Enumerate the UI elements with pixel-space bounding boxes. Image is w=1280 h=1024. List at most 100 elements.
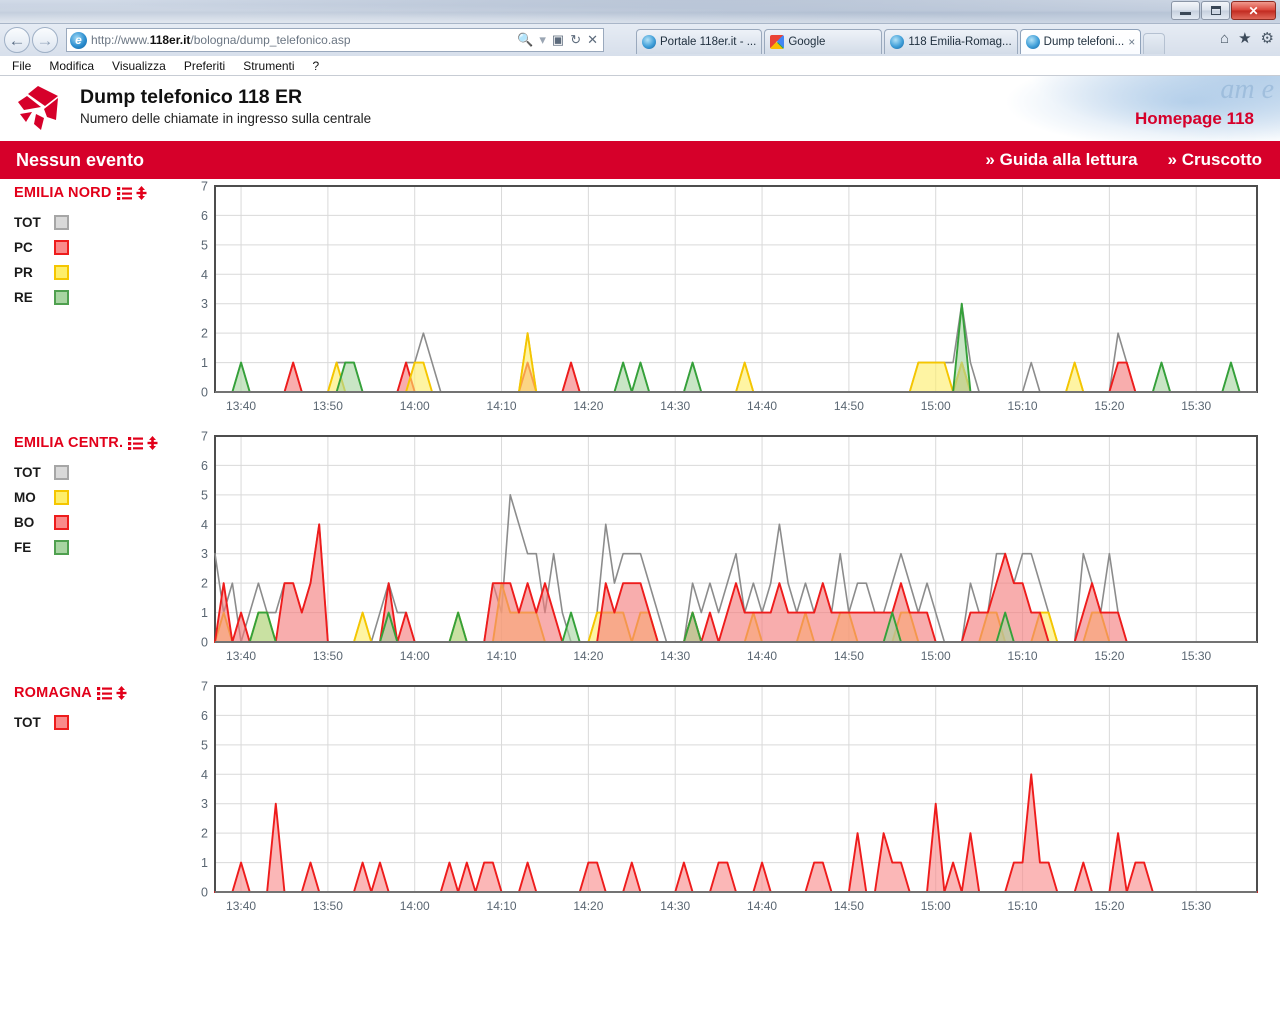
- tools-gear-icon[interactable]: ⚙: [1261, 31, 1274, 46]
- menu-item-modifica[interactable]: Modifica: [49, 59, 94, 73]
- legend-title-emilia-centr: EMILIA CENTR.: [0, 435, 210, 451]
- event-status-text: Nessun evento: [16, 149, 145, 170]
- tab-close-icon[interactable]: ×: [1128, 35, 1135, 49]
- svg-text:7: 7: [201, 430, 208, 444]
- menu-item-help[interactable]: ?: [313, 59, 320, 73]
- list-icon[interactable]: [128, 436, 144, 450]
- new-tab-button[interactable]: [1143, 33, 1166, 54]
- plot-romagna[interactable]: 0 1 2 3 4 5 6 7 13:40 13:50 14:00 14:10 14:20 14:30 14…: [190, 679, 1260, 925]
- back-button[interactable]: ←: [4, 27, 30, 53]
- legend-label: TOT: [14, 215, 41, 230]
- stop-icon[interactable]: ✕: [587, 32, 598, 48]
- tab-dump-telefonico[interactable]: Dump telefoni... ×: [1019, 29, 1142, 54]
- legend-label: FE: [14, 540, 32, 555]
- window-title-bar: ✕: [0, 0, 1280, 24]
- tab-label: Google: [788, 36, 826, 48]
- svg-text:0: 0: [201, 636, 208, 650]
- home-icon[interactable]: ⌂: [1220, 31, 1229, 46]
- svg-text:14:00: 14:00: [400, 399, 430, 413]
- menu-item-visualizza[interactable]: Visualizza: [112, 59, 166, 73]
- tab-google[interactable]: Google: [764, 29, 883, 54]
- guida-alla-lettura-link[interactable]: » Guida alla lettura: [985, 150, 1137, 170]
- legend-controls: [128, 436, 159, 450]
- legend-swatch-mo: [54, 490, 69, 505]
- svg-text:5: 5: [201, 738, 208, 752]
- svg-text:15:00: 15:00: [921, 399, 951, 413]
- back-arrow-icon: ←: [8, 30, 26, 50]
- svg-text:1: 1: [201, 356, 208, 370]
- svg-text:14:00: 14:00: [400, 899, 430, 913]
- cruscotto-link[interactable]: » Cruscotto: [1168, 150, 1262, 170]
- legend-swatch-re: [54, 290, 69, 305]
- legend-item-mo[interactable]: MO: [0, 485, 210, 510]
- svg-text:14:40: 14:40: [747, 899, 777, 913]
- chart-block-emilia-centr: EMILIA CENTR. TOT MO BO FE 0 1 2 3 4 5 6…: [0, 429, 1280, 679]
- favorites-star-icon[interactable]: ★: [1238, 31, 1251, 46]
- legend-label: BO: [14, 515, 35, 530]
- legend-title-emilia-nord: EMILIA NORD: [0, 185, 210, 201]
- page-subtitle: Numero delle chiamate in ingresso sulla …: [80, 111, 372, 126]
- menu-item-strumenti[interactable]: Strumenti: [243, 59, 294, 73]
- svg-text:14:20: 14:20: [573, 899, 603, 913]
- legend-item-tot[interactable]: TOT: [0, 460, 210, 485]
- svg-text:2: 2: [201, 827, 208, 841]
- close-icon: ✕: [1248, 3, 1259, 18]
- move-updown-icon[interactable]: [135, 186, 148, 200]
- google-favicon-icon: [770, 35, 785, 49]
- legend-swatch-tot: [54, 715, 69, 730]
- homepage-118-link[interactable]: Homepage 118: [1135, 109, 1254, 129]
- legend-item-pr[interactable]: PR: [0, 260, 210, 285]
- move-updown-icon[interactable]: [115, 686, 128, 700]
- chart-block-romagna: ROMAGNA TOT 0 1 2 3 4 5 6 7 13:40 13:50 …: [0, 679, 1280, 929]
- legend-label: RE: [14, 290, 33, 305]
- legend-swatch-tot: [54, 215, 69, 230]
- svg-text:5: 5: [201, 238, 208, 252]
- refresh-icon[interactable]: ↻: [570, 32, 581, 48]
- svg-text:0: 0: [201, 886, 208, 900]
- list-icon[interactable]: [116, 186, 132, 200]
- svg-text:13:50: 13:50: [313, 899, 343, 913]
- svg-text:4: 4: [201, 518, 208, 532]
- minimize-button[interactable]: [1171, 1, 1200, 20]
- svg-text:14:10: 14:10: [487, 899, 517, 913]
- menu-bar: File Modifica Visualizza Preferiti Strum…: [0, 56, 1280, 76]
- compatibility-view-icon[interactable]: ▣: [552, 32, 564, 48]
- move-updown-icon[interactable]: [146, 436, 159, 450]
- legend-item-tot[interactable]: TOT: [0, 710, 210, 735]
- menu-item-preferiti[interactable]: Preferiti: [184, 59, 225, 73]
- legend-title-label: EMILIA NORD: [14, 185, 112, 201]
- legend-swatch-pc: [54, 240, 69, 255]
- svg-text:15:30: 15:30: [1181, 899, 1211, 913]
- svg-text:1: 1: [201, 856, 208, 870]
- svg-text:14:00: 14:00: [400, 649, 430, 663]
- legend-item-pc[interactable]: PC: [0, 235, 210, 260]
- tab-portale-118er[interactable]: Portale 118er.it - ...: [636, 29, 763, 54]
- svg-text:1: 1: [201, 606, 208, 620]
- chart-block-emilia-nord: EMILIA NORD TOT PC PR RE 0 1 2 3 4 5 6 7…: [0, 179, 1280, 429]
- forward-button[interactable]: →: [32, 27, 58, 53]
- legend-item-re[interactable]: RE: [0, 285, 210, 310]
- legend-item-bo[interactable]: BO: [0, 510, 210, 535]
- plot-emilia-nord[interactable]: 0 1 2 3 4 5 6 7 13:40 13:50 14:00 14:10 14:20 14:30 14…: [190, 179, 1260, 425]
- legend-swatch-pr: [54, 265, 69, 280]
- plot-emilia-centr[interactable]: 0 1 2 3 4 5 6 7 13:40 13:50 14:00 14:10 14:20 14:30 14…: [190, 429, 1260, 675]
- address-bar[interactable]: http://www.118er.it/bologna/dump_telefon…: [66, 28, 604, 52]
- legend-item-tot[interactable]: TOT: [0, 210, 210, 235]
- chevron-down-icon[interactable]: ▾: [539, 32, 546, 48]
- tab-label: 118 Emilia-Romag...: [908, 36, 1012, 48]
- search-icon[interactable]: 🔍: [517, 32, 533, 48]
- list-icon[interactable]: [96, 686, 112, 700]
- legend-emilia-centr: EMILIA CENTR. TOT MO BO FE: [0, 435, 210, 560]
- chart-svg-emilia-centr: 0 1 2 3 4 5 6 7 13:40 13:50 14:00 14:10 14:20 14:30 14…: [201, 430, 1258, 663]
- close-button[interactable]: ✕: [1231, 1, 1276, 20]
- tab-118-emilia-romagna[interactable]: 118 Emilia-Romag...: [884, 29, 1018, 54]
- browser-toolbar-icons: ⌂ ★ ⚙: [1220, 31, 1274, 46]
- menu-item-file[interactable]: File: [12, 59, 31, 73]
- svg-text:13:50: 13:50: [313, 399, 343, 413]
- svg-text:15:20: 15:20: [1094, 899, 1124, 913]
- svg-text:6: 6: [201, 459, 208, 473]
- restore-button[interactable]: [1201, 1, 1230, 20]
- svg-text:2: 2: [201, 327, 208, 341]
- 118-er-logo: [18, 86, 58, 130]
- legend-item-fe[interactable]: FE: [0, 535, 210, 560]
